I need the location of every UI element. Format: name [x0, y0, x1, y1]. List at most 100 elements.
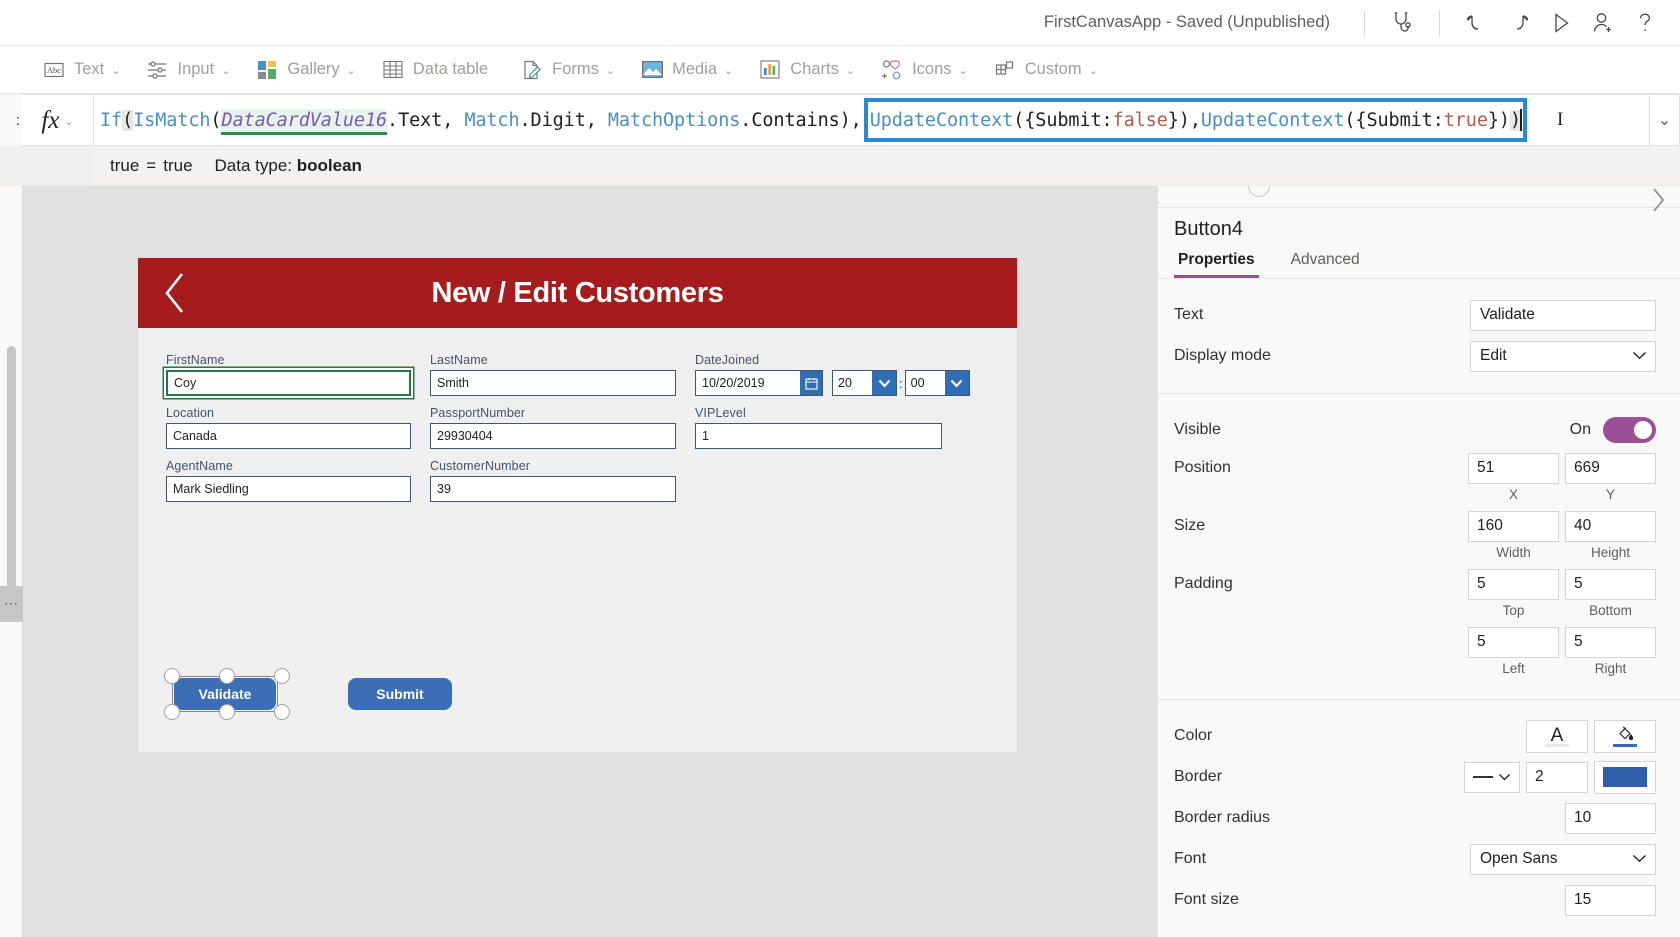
- visible-toggle[interactable]: [1603, 417, 1656, 443]
- border-color-button[interactable]: [1594, 760, 1656, 794]
- property-label-size: Size: [1174, 517, 1206, 534]
- tab-advanced[interactable]: Advanced: [1287, 251, 1364, 278]
- input-lastname[interactable]: Smith: [430, 370, 676, 396]
- gallery-squares-icon: [256, 59, 278, 81]
- hour-input[interactable]: 20: [832, 370, 872, 396]
- chevron-down-icon: ⌄: [346, 65, 356, 77]
- property-control-font-size: 15: [1565, 884, 1656, 916]
- forms-pencil-icon: [521, 59, 543, 81]
- date-input[interactable]: 10/20/2019: [695, 370, 823, 396]
- padding-left-input[interactable]: 5: [1468, 626, 1559, 658]
- input-passportnumber[interactable]: 29930404: [430, 423, 676, 449]
- resize-handle-bottom-center[interactable]: [219, 704, 235, 720]
- app-screen[interactable]: New / Edit Customers FirstName Coy LastN…: [138, 258, 1017, 752]
- border-style-select[interactable]: [1464, 761, 1520, 793]
- chevron-right-icon[interactable]: [1646, 186, 1670, 217]
- padding-bottom-input[interactable]: 5: [1565, 568, 1656, 600]
- formula-selected-fragment[interactable]: UpdateContext ({Submit: false}), UpdateCo…: [863, 98, 1528, 142]
- fx-function-button[interactable]: fx ⌄: [22, 94, 94, 146]
- left-scrollbar-thumb[interactable]: [7, 346, 16, 621]
- preview-play-icon[interactable]: [1540, 2, 1582, 44]
- padding-right-sublabel: Right: [1594, 661, 1627, 676]
- back-chevron-icon[interactable]: [158, 268, 192, 318]
- property-label-padding: Padding: [1174, 575, 1233, 592]
- ribbon-item-text[interactable]: Abc Text ⌄: [30, 48, 133, 92]
- panel-splitter-handle[interactable]: ⋯: [0, 586, 23, 622]
- input-location[interactable]: Canada: [166, 423, 411, 449]
- padding-top-input[interactable]: 5: [1468, 568, 1559, 600]
- hour-dropdown-chevron-icon[interactable]: [872, 370, 897, 396]
- redo-icon[interactable]: [1498, 2, 1540, 44]
- input-agentname[interactable]: Mark Siedling: [166, 476, 411, 502]
- submit-button[interactable]: Submit: [348, 678, 452, 710]
- screen-header: New / Edit Customers: [138, 258, 1017, 328]
- field-label-location: Location: [166, 406, 215, 420]
- chevron-down-icon: [1632, 850, 1647, 868]
- ribbon-item-icons[interactable]: Icons ⌄: [868, 48, 981, 92]
- tab-properties[interactable]: Properties: [1174, 251, 1259, 278]
- undo-icon[interactable]: [1456, 2, 1498, 44]
- ribbon-item-charts[interactable]: Charts ⌄: [746, 48, 868, 92]
- ribbon-item-input[interactable]: Input ⌄: [133, 48, 243, 92]
- ribbon-item-data-table[interactable]: Data table: [369, 48, 508, 92]
- position-x-input[interactable]: 51: [1468, 452, 1559, 484]
- title-bar-divider-2: [1439, 9, 1440, 36]
- icons-shapes-icon: [881, 59, 903, 81]
- font-size-input[interactable]: 15: [1565, 884, 1656, 916]
- help-question-icon[interactable]: [1624, 2, 1666, 44]
- padding-top-bottom-sublabels: Top Bottom: [1468, 603, 1656, 618]
- input-viplevel[interactable]: 1: [695, 423, 942, 449]
- toggle-knob: [1634, 421, 1652, 439]
- property-row-padding: Padding 5 5: [1174, 567, 1656, 601]
- media-picture-icon: [641, 59, 663, 81]
- formula-result-left: true: [110, 155, 140, 175]
- property-label-display-mode: Display mode: [1174, 347, 1271, 364]
- font-select[interactable]: Open Sans: [1470, 843, 1656, 875]
- property-control-text: Validate: [1470, 299, 1656, 331]
- position-y-input[interactable]: 669: [1565, 452, 1656, 484]
- fill-color-button[interactable]: [1594, 719, 1656, 753]
- display-mode-select[interactable]: Edit: [1470, 340, 1656, 372]
- size-height-input[interactable]: 40: [1565, 510, 1656, 542]
- position-y-sublabel: Y: [1605, 487, 1615, 502]
- field-passportnumber: PassportNumber 29930404: [430, 406, 676, 449]
- resize-handle-bottom-left[interactable]: [164, 704, 180, 720]
- resize-handle-top-center[interactable]: [219, 668, 235, 684]
- resize-handle-top-right[interactable]: [274, 668, 290, 684]
- input-sliders-icon: [146, 59, 168, 81]
- resize-handle-top-left[interactable]: [164, 668, 180, 684]
- share-person-icon[interactable]: [1582, 2, 1624, 44]
- formula-expand-chevron-icon[interactable]: ⌄: [1650, 94, 1680, 146]
- ribbon-item-forms[interactable]: Forms ⌄: [508, 48, 628, 92]
- position-x-sublabel: X: [1508, 487, 1518, 502]
- ribbon-item-custom[interactable]: Custom ⌄: [981, 48, 1111, 92]
- validate-button-wrapper: Validate: [164, 668, 290, 720]
- field-label-firstname: FirstName: [166, 353, 225, 367]
- formula-input[interactable]: If(IsMatch(DataCardValue16.Text, Match.D…: [94, 94, 1650, 146]
- ribbon-item-media[interactable]: Media ⌄: [628, 48, 746, 92]
- formula-result-datatype: Data type: boolean: [215, 156, 362, 176]
- minute-input[interactable]: 00: [904, 370, 945, 396]
- padding-right-input[interactable]: 5: [1565, 626, 1656, 658]
- ribbon-label-gallery: Gallery: [287, 60, 340, 78]
- formula-text: If(IsMatch(DataCardValue16.Text, Match.D…: [100, 98, 1528, 142]
- calendar-icon[interactable]: [800, 371, 822, 395]
- border-thickness-input[interactable]: 2: [1526, 761, 1588, 793]
- size-width-input[interactable]: 160: [1468, 510, 1559, 542]
- minute-dropdown-chevron-icon[interactable]: [944, 370, 970, 396]
- formula-token: ({Submit:: [1013, 109, 1113, 131]
- formula-token: }),: [1167, 109, 1201, 131]
- text-property-input[interactable]: Validate: [1470, 299, 1656, 331]
- text-color-button[interactable]: A: [1526, 719, 1588, 753]
- resize-handle-bottom-right[interactable]: [274, 704, 290, 720]
- input-customernumber[interactable]: 39: [430, 476, 676, 502]
- app-canvas-area[interactable]: New / Edit Customers FirstName Coy LastN…: [23, 186, 1157, 937]
- input-firstname[interactable]: Coy: [166, 370, 411, 396]
- app-checker-icon[interactable]: [1381, 2, 1423, 44]
- border-radius-input[interactable]: 10: [1565, 802, 1656, 834]
- property-control-size: 160 40: [1468, 510, 1656, 542]
- property-selector-label[interactable]: :: [0, 94, 22, 146]
- ribbon-item-gallery[interactable]: Gallery ⌄: [243, 48, 368, 92]
- datetime-picker: 10/20/2019 20: 00: [695, 370, 970, 396]
- date-value: 10/20/2019: [702, 376, 765, 390]
